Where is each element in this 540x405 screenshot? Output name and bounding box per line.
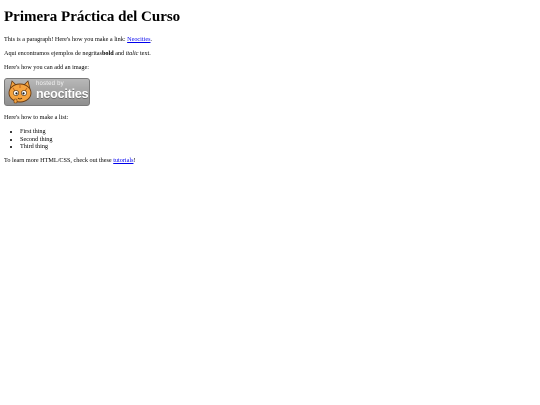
list-item: First thing (20, 128, 540, 136)
footer-text: To learn more HTML/CSS, check out these (4, 156, 114, 164)
neocities-link[interactable]: Neocities (127, 36, 150, 43)
tutorials-link[interactable]: tutorials (113, 157, 133, 164)
image-intro: Here's how you can add an image: (4, 64, 89, 71)
footer-end: ! (133, 156, 136, 164)
neocities-badge-image: hosted by neocities (4, 78, 90, 106)
paragraph-formatting: Aqui encontramos ejemplos de negritasbol… (4, 50, 540, 58)
list-item: Second thing (20, 136, 540, 144)
italic-text: italic (125, 50, 139, 57)
example-list: First thing Second thing Third thing (4, 128, 540, 151)
badge-brand-label: neocities (36, 87, 89, 101)
formatting-and: and (113, 50, 126, 57)
neocities-cat-icon (8, 80, 32, 104)
page-title: Primera Práctica del Curso (4, 9, 181, 25)
bold-text: bold (101, 50, 114, 57)
formatting-end: text. (138, 50, 151, 57)
paragraph-link-text: This is a paragraph! Here's how you make… (4, 36, 128, 43)
page-content: Primera Práctica del Curso This is a par… (0, 0, 540, 165)
footer-paragraph: To learn more HTML/CSS, check out these … (4, 157, 540, 165)
paragraph-link-end: . (150, 36, 153, 43)
formatting-text: Aqui encontramos ejemplos de negritas (4, 50, 102, 57)
paragraph-link: This is a paragraph! Here's how you make… (4, 36, 540, 44)
list-intro: Here's how to make a list: (4, 114, 69, 121)
list-item: Third thing (20, 143, 540, 151)
